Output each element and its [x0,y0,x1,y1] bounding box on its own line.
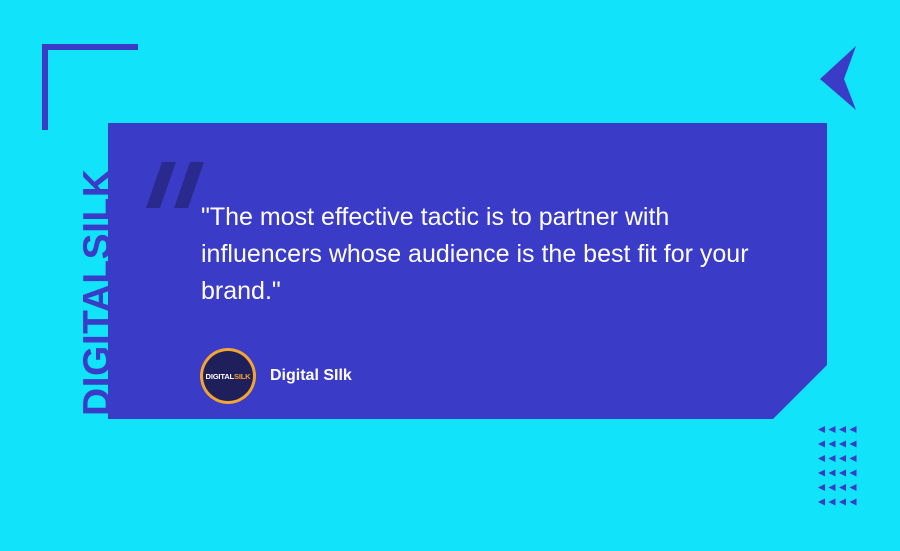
arrow-grid-icon [818,426,857,506]
arrow-grid-triangle [849,469,857,477]
quote-graphic: DIGITALSILK "The most effective tactic i… [0,0,900,551]
arrow-grid-triangle [818,440,825,448]
quote-text: "The most effective tactic is to partner… [201,203,749,305]
arrow-grid-triangle [818,469,825,477]
arrow-grid-triangle [839,498,846,506]
arrow-grid-triangle [828,498,836,506]
arrow-grid-triangle [839,484,846,491]
quote-mark-icon [146,162,204,208]
chevron-left-icon [820,46,856,110]
avatar: DIGITALSILK [200,348,256,404]
arrow-grid-triangle [828,426,836,433]
arrow-grid-triangle [839,455,846,462]
arrow-grid-triangle [828,455,836,462]
side-brand-logo: DIGITALSILK [76,168,119,416]
arrow-grid-triangle [828,484,836,491]
author-name: Digital SIlk [270,367,352,384]
arrow-grid-triangle [839,440,846,448]
arrow-grid-triangle [849,440,857,448]
arrow-grid-triangle [818,455,825,462]
arrow-grid-triangle [849,426,857,433]
arrow-grid-triangle [818,484,825,491]
arrow-grid-triangle [839,426,846,433]
avatar-logo: DIGITALSILK [205,371,251,381]
arrow-grid-triangle [849,484,857,491]
arrow-grid-triangle [818,498,825,506]
arrow-grid-triangle [828,469,836,477]
corner-bracket-icon [42,44,138,130]
arrow-grid-triangle [818,426,825,433]
arrow-grid-triangle [839,469,846,477]
arrow-grid-triangle [849,455,857,462]
arrow-grid-triangle [828,440,836,448]
arrow-grid-triangle [849,498,857,506]
